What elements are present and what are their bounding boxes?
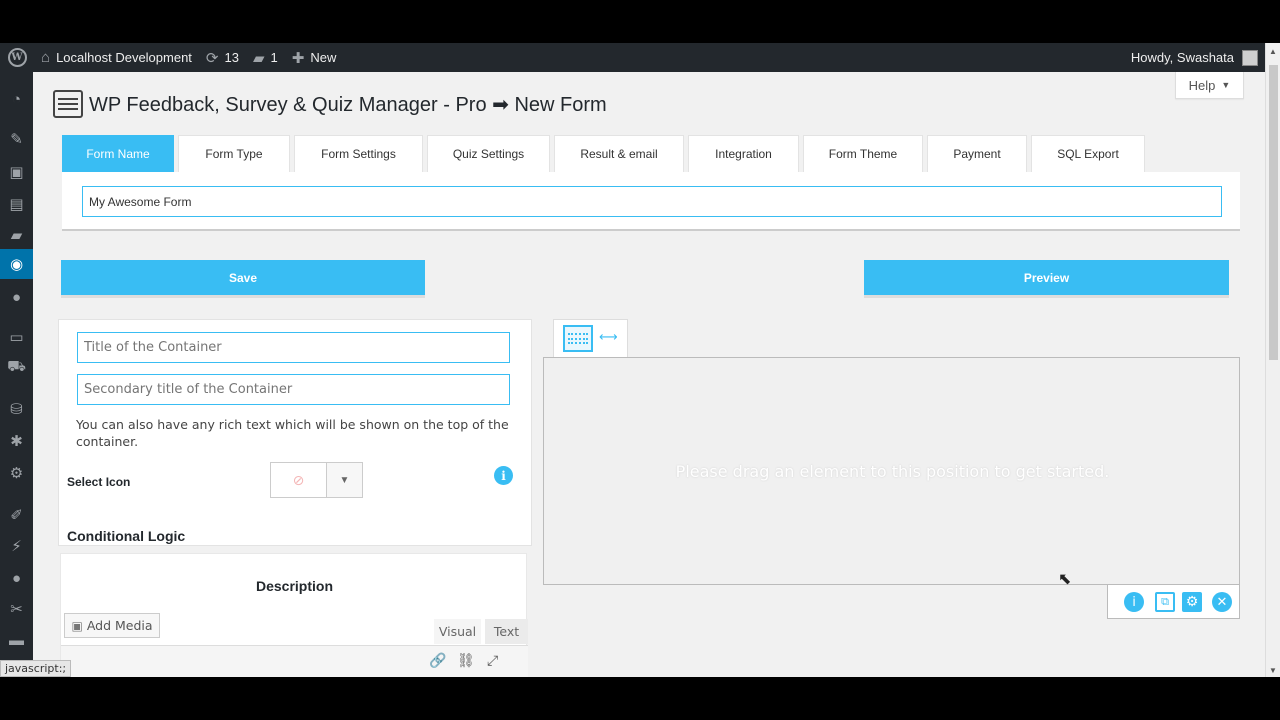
- help-button[interactable]: Help ▼: [1175, 72, 1244, 99]
- site-name-label: Localhost Development: [56, 50, 192, 65]
- plus-icon: ✚: [291, 49, 305, 67]
- page-scrollbar[interactable]: ▲ ▼: [1265, 43, 1280, 677]
- new-label: New: [310, 50, 337, 65]
- tab-text[interactable]: Text: [485, 619, 528, 644]
- select-icon-label: Select Icon: [67, 475, 131, 489]
- fsqm-menu-icon[interactable]: ◉: [0, 249, 33, 279]
- media-icon: ▣: [71, 618, 83, 633]
- unlink-icon[interactable]: ⛓: [457, 652, 475, 669]
- preview-button[interactable]: Preview: [864, 260, 1229, 298]
- tab-form-theme[interactable]: Form Theme: [803, 135, 923, 172]
- no-icon-preview-icon: ⊘: [271, 463, 327, 497]
- element-drop-area[interactable]: Please drag an element to this position …: [543, 357, 1240, 585]
- howdy-label: Howdy, Swashata: [1130, 50, 1234, 65]
- rich-text-note: You can also have any rich text which wi…: [76, 417, 509, 449]
- editor-toolbar: 🔗 ⛓ ⤢: [61, 645, 528, 677]
- scroll-down-icon[interactable]: ▼: [1269, 666, 1277, 675]
- tools-wrench-icon[interactable]: ✂: [0, 594, 33, 624]
- tab-form-type[interactable]: Form Type: [178, 135, 290, 172]
- description-heading: Description: [255, 578, 333, 594]
- users-icon[interactable]: ●: [0, 282, 33, 312]
- fullscreen-icon[interactable]: ⤢: [487, 652, 498, 669]
- info-icon[interactable]: i: [494, 466, 513, 485]
- comment-icon: ▰: [252, 49, 265, 67]
- plugin-icon[interactable]: ⚡: [0, 531, 33, 561]
- add-media-label: Add Media: [86, 618, 153, 633]
- grid-layout-icon: [563, 325, 593, 352]
- conditional-logic-heading: Conditional Logic: [67, 528, 186, 544]
- help-label: Help: [1188, 77, 1216, 93]
- appearance-brush-icon[interactable]: ✐: [0, 500, 33, 530]
- browser-status-bar: javascript:;: [0, 660, 72, 677]
- new-content-link[interactable]: ✚ New: [285, 43, 344, 72]
- settings-gear-icon[interactable]: ⚙: [1182, 592, 1202, 612]
- drop-area-message: Please drag an element to this position …: [675, 462, 1110, 481]
- avatar: [1242, 49, 1258, 66]
- tab-quiz-settings[interactable]: Quiz Settings: [427, 135, 550, 172]
- browser-viewport: W ⌂ Localhost Development ⟳ 13 ▰ 1 ✚ New…: [0, 43, 1280, 677]
- cart-icon[interactable]: ⛟: [0, 352, 33, 382]
- tab-sql-export[interactable]: SQL Export: [1031, 135, 1145, 172]
- layout-tab[interactable]: ⟷: [553, 319, 628, 357]
- comments-link[interactable]: ▰ 1: [246, 43, 285, 72]
- page-header: WP Feedback, Survey & Quiz Manager - Pro…: [53, 90, 607, 118]
- info-icon[interactable]: i: [1124, 592, 1144, 612]
- icon-picker[interactable]: ⊘ ▼: [270, 462, 363, 498]
- updates-count: 13: [224, 50, 239, 65]
- scroll-thumb[interactable]: [1269, 65, 1278, 360]
- caret-down-icon: ▼: [1221, 80, 1231, 90]
- settings-gear-icon[interactable]: ⚙: [0, 458, 33, 488]
- feedback-icon[interactable]: ▭: [0, 322, 33, 352]
- link-icon[interactable]: 🔗: [429, 652, 446, 669]
- settings-icon[interactable]: ▬: [0, 625, 33, 655]
- save-button[interactable]: Save: [61, 260, 425, 298]
- arrow-right-icon: ➡: [492, 93, 509, 116]
- form-builder-icon: [53, 90, 83, 118]
- container-settings-panel: You can also have any rich text which wi…: [58, 319, 532, 546]
- container-actions: i ⧉ ⚙ ✕: [1107, 585, 1240, 619]
- comments-icon[interactable]: ▰: [0, 220, 33, 250]
- admin-bar: W ⌂ Localhost Development ⟳ 13 ▰ 1 ✚ New…: [0, 43, 1280, 72]
- refresh-icon: ⟳: [205, 49, 219, 67]
- tab-integration[interactable]: Integration: [688, 135, 799, 172]
- admin-sidebar: ◔ ✎ ▣ ▤ ▰ ◉ ● ▭ ⛟ ⛁ ✱ ⚙ ✐ ⚡ ● ✂ ▬: [0, 72, 33, 677]
- posts-pin-icon[interactable]: ✎: [0, 124, 33, 154]
- wordpress-logo-button[interactable]: W: [0, 43, 34, 72]
- wordpress-icon: W: [7, 48, 27, 67]
- form-tabs: Form Name Form Type Form Settings Quiz S…: [62, 135, 1149, 172]
- container-title-input[interactable]: [77, 332, 510, 363]
- form-name-panel: [62, 172, 1240, 231]
- tab-payment[interactable]: Payment: [927, 135, 1027, 172]
- tab-visual[interactable]: Visual: [434, 619, 481, 644]
- plugins-icon[interactable]: ✱: [0, 426, 33, 456]
- pages-icon[interactable]: ▤: [0, 189, 33, 219]
- mouse-cursor-icon: ⬉: [1058, 571, 1072, 588]
- tab-result-email[interactable]: Result & email: [554, 135, 684, 172]
- updates-link[interactable]: ⟳ 13: [199, 43, 246, 72]
- media-icon[interactable]: ▣: [0, 157, 33, 187]
- tab-form-settings[interactable]: Form Settings: [294, 135, 423, 172]
- close-icon[interactable]: ✕: [1212, 592, 1232, 612]
- resize-arrows-icon[interactable]: ⟷: [599, 329, 618, 345]
- tab-form-name[interactable]: Form Name: [62, 135, 174, 172]
- description-panel: Description ▣ Add Media Visual Text 🔗 ⛓ …: [60, 553, 528, 677]
- database-icon[interactable]: ⛁: [0, 394, 33, 424]
- my-account-link[interactable]: Howdy, Swashata: [1124, 43, 1280, 72]
- user-icon[interactable]: ●: [0, 563, 33, 593]
- home-icon: ⌂: [41, 49, 51, 66]
- page-title: WP Feedback, Survey & Quiz Manager - Pro…: [89, 93, 607, 116]
- form-name-input[interactable]: [82, 186, 1222, 217]
- site-name-link[interactable]: ⌂ Localhost Development: [34, 43, 199, 72]
- container-subtitle-input[interactable]: [77, 374, 510, 405]
- add-media-button[interactable]: ▣ Add Media: [64, 613, 160, 638]
- chevron-down-icon[interactable]: ▼: [327, 463, 362, 497]
- dashboard-icon[interactable]: ◔: [0, 84, 33, 114]
- copy-icon[interactable]: ⧉: [1155, 592, 1175, 612]
- comments-count: 1: [270, 50, 278, 65]
- scroll-up-icon[interactable]: ▲: [1269, 47, 1277, 56]
